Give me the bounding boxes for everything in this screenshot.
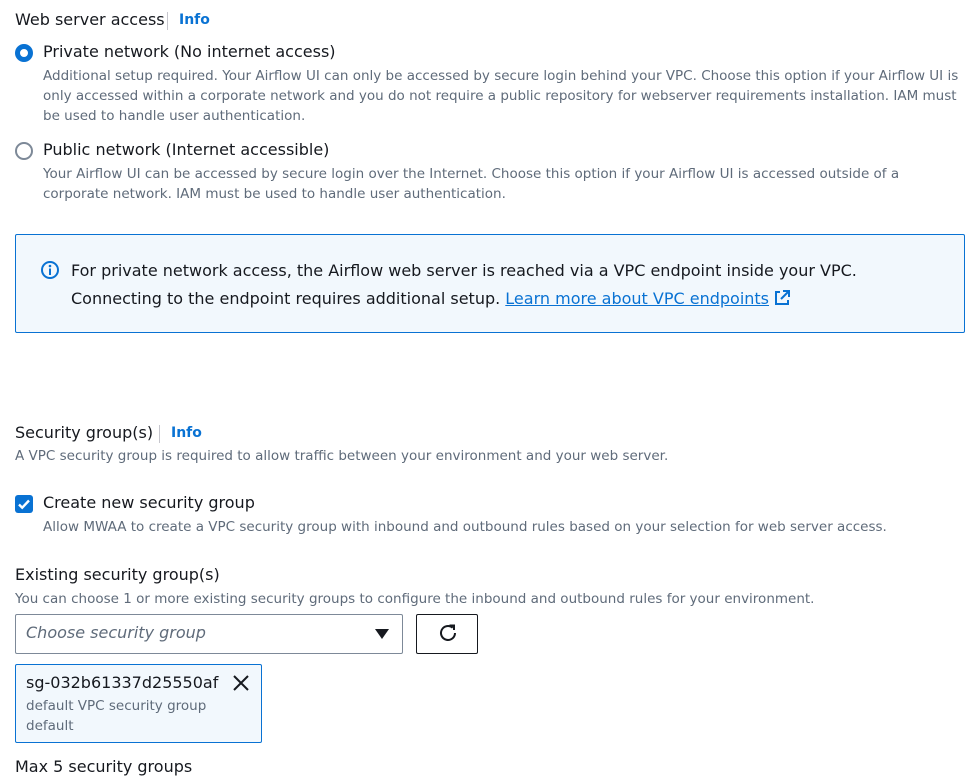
token-security-group-tag: default [26,718,74,734]
security-groups-description: A VPC security group is required to allo… [15,448,669,464]
vpc-endpoint-alert-text: For private network access, the Airflow … [71,257,951,313]
security-title-divider [159,425,160,443]
existing-security-groups-description: You can choose 1 or more existing securi… [15,591,815,607]
create-new-security-group-label[interactable]: Create new security group [43,493,255,512]
token-security-group-id: sg-032b61337d25550af [26,673,219,692]
web-server-access-title: Web server access [15,10,165,29]
web-server-access-info-link[interactable]: Info [179,12,210,28]
close-icon[interactable] [232,674,250,692]
token-security-group-name: default VPC security group [26,698,207,714]
security-groups-title: Security group(s) [15,423,154,442]
private-network-description: Additional setup required. Your Airflow … [43,68,959,124]
checkmark-icon [18,499,30,510]
create-new-security-group-description: Allow MWAA to create a VPC security grou… [43,519,887,535]
public-network-radio[interactable] [15,142,33,160]
existing-security-groups-title: Existing security group(s) [15,565,220,584]
private-network-radio[interactable] [15,44,33,62]
external-link-icon[interactable] [773,289,791,307]
public-network-label[interactable]: Public network (Internet accessible) [43,140,329,159]
security-group-select-placeholder: Choose security group [26,623,206,642]
security-groups-info-link[interactable]: Info [171,425,202,441]
info-circle-icon [41,261,59,279]
max-security-groups-constraint: Max 5 security groups [15,757,193,776]
create-new-security-group-checkbox[interactable] [15,495,33,513]
title-divider [167,12,168,30]
public-network-description: Your Airflow UI can be accessed by secur… [43,166,900,202]
private-network-label[interactable]: Private network (No internet access) [43,42,336,61]
learn-more-vpc-endpoints-link[interactable]: Learn more about VPC endpoints [505,289,769,308]
caret-down-icon[interactable] [374,628,390,640]
refresh-icon[interactable] [437,622,459,644]
